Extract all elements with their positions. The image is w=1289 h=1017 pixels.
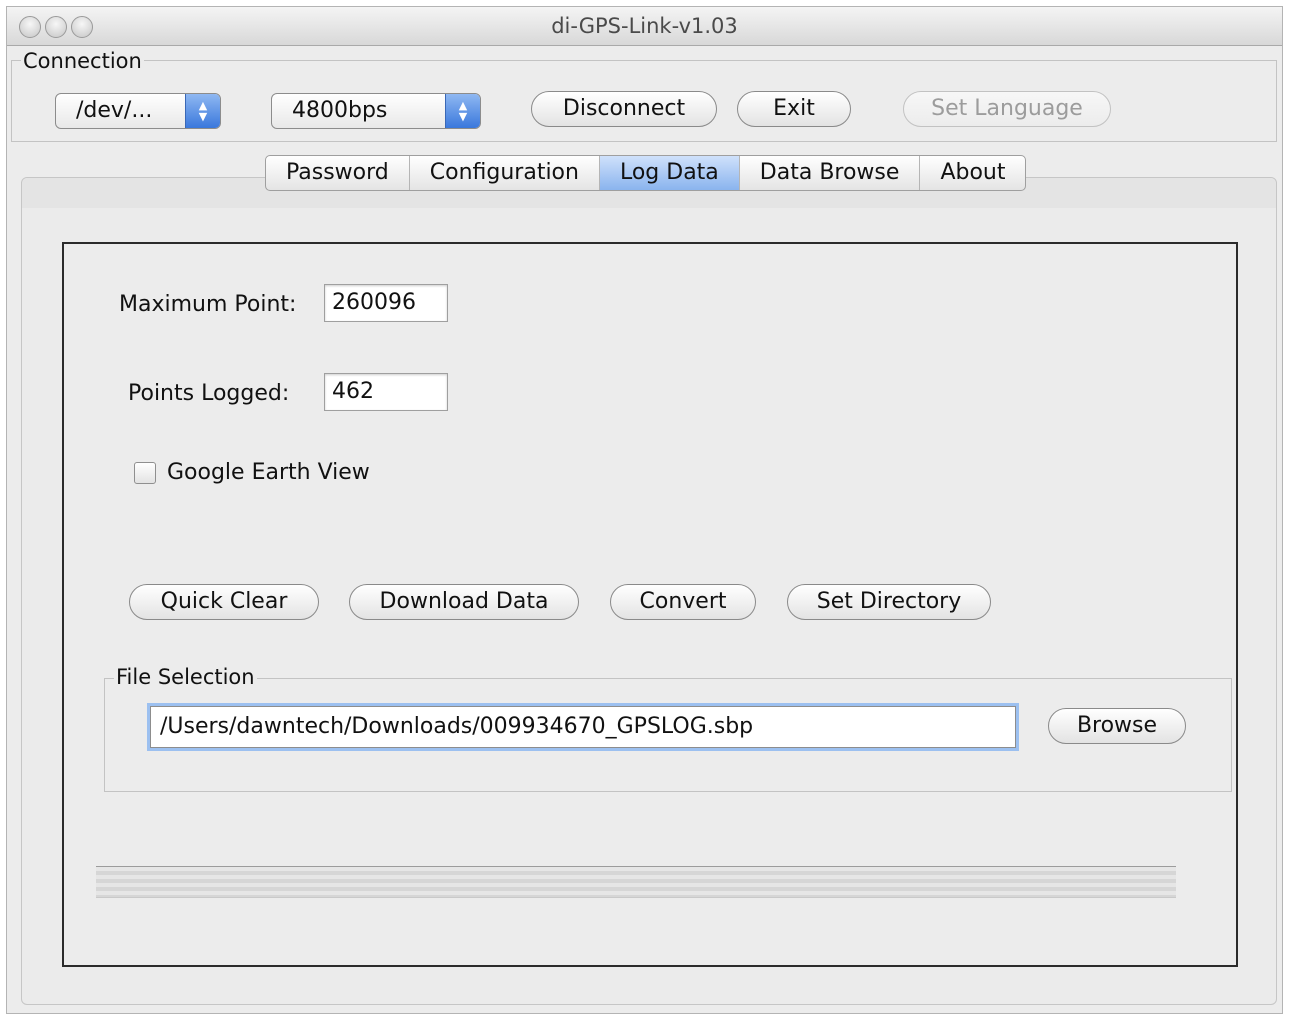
browse-button[interactable]: Browse [1048,708,1186,744]
google-earth-view-checkbox[interactable] [134,462,156,484]
tab-log-data[interactable]: Log Data [599,156,740,190]
title-bar: di-GPS-Link-v1.03 [7,7,1282,46]
file-path-input[interactable]: /Users/dawntech/Downloads/009934670_GPSL… [150,706,1016,748]
disconnect-button[interactable]: Disconnect [531,91,717,127]
exit-button[interactable]: Exit [737,91,851,127]
convert-button[interactable]: Convert [610,584,756,620]
file-selection-group-label: File Selection [114,665,257,689]
points-logged-field[interactable]: 462 [324,373,448,411]
connection-group-label: Connection [21,49,144,73]
google-earth-view-label: Google Earth View [167,460,370,485]
tab-bar: Password Configuration Log Data Data Bro… [265,155,1027,191]
maximum-point-field[interactable]: 260096 [324,284,448,322]
log-data-content: Maximum Point: 260096 Points Logged: 462… [62,242,1238,967]
tab-configuration[interactable]: Configuration [410,156,600,190]
set-directory-button[interactable]: Set Directory [787,584,991,620]
tab-password[interactable]: Password [266,156,410,190]
port-select-value: /dev/... [76,98,153,123]
download-data-button[interactable]: Download Data [349,584,579,620]
set-language-button[interactable]: Set Language [903,91,1111,127]
baud-rate-select[interactable]: 4800bps ▲ ▼ [271,93,481,129]
baud-rate-select-value: 4800bps [292,98,388,123]
maximum-point-label: Maximum Point: [119,292,297,317]
tab-about[interactable]: About [920,156,1025,190]
quick-clear-button[interactable]: Quick Clear [129,584,319,620]
up-down-arrows-icon: ▲ ▼ [185,94,220,128]
up-down-arrows-icon: ▲ ▼ [445,94,480,128]
window-title: di-GPS-Link-v1.03 [551,14,738,38]
tab-data-browse[interactable]: Data Browse [740,156,921,190]
app-window: di-GPS-Link-v1.03 Connection /dev/... ▲ ▼… [6,6,1283,1014]
points-logged-label: Points Logged: [128,381,290,406]
progress-bar [96,866,1176,898]
port-select[interactable]: /dev/... ▲ ▼ [55,93,221,129]
